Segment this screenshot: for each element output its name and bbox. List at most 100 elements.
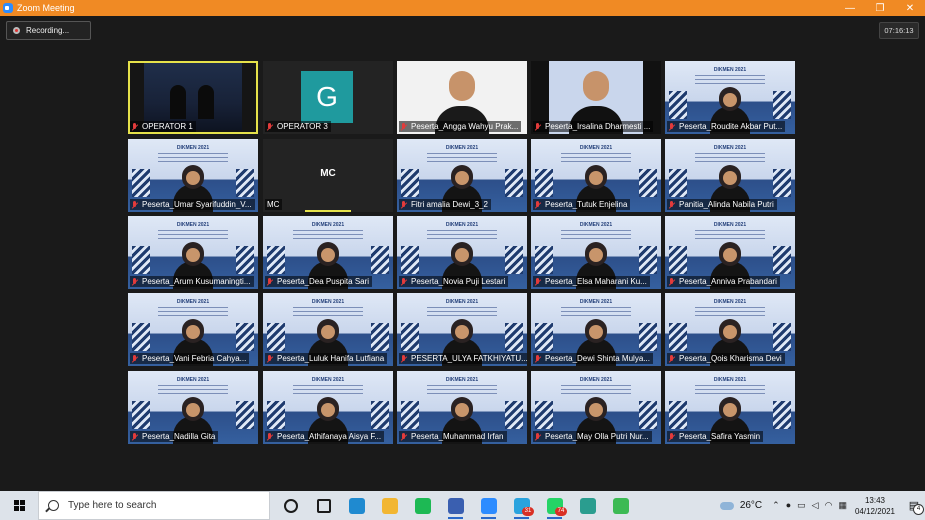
participant-tile[interactable]: MC MC xyxy=(263,139,393,212)
slide-text-line xyxy=(158,238,228,239)
participant-tile[interactable]: DIKMEN 2021 Peserta_Nadilla Gita xyxy=(128,371,258,444)
meeting-stage: Recording... 07:16:13 OPERATOR 1 G OPERATO… xyxy=(0,16,925,491)
maximize-button[interactable]: ❐ xyxy=(865,0,895,16)
participant-name-label: Peserta_Safira Yasmin xyxy=(667,431,764,442)
slide-decoration xyxy=(236,401,254,429)
taskbar-app[interactable] xyxy=(439,491,472,520)
taskbar-app[interactable] xyxy=(406,491,439,520)
muted-mic-icon xyxy=(132,200,138,209)
battery-icon[interactable]: ▭ xyxy=(797,500,806,511)
muted-mic-icon xyxy=(401,432,407,441)
participant-tile[interactable]: DIKMEN 2021 Peserta_Arum Kusumaningti... xyxy=(128,216,258,289)
participant-name: OPERATOR 3 xyxy=(277,122,328,131)
participant-name-label: Peserta_Irsalina Dharmesti ... xyxy=(533,121,654,132)
participant-tile[interactable]: DIKMEN 2021 Peserta_Novia Puji Lestari xyxy=(397,216,527,289)
minimize-button[interactable]: — xyxy=(835,0,865,16)
participant-tile[interactable]: G OPERATOR 3 xyxy=(263,61,393,134)
taskbar-search-box[interactable]: Type here to search xyxy=(38,491,270,520)
participant-face xyxy=(589,171,603,185)
tray-app-icon[interactable]: ● xyxy=(786,500,791,511)
slide-text-line xyxy=(158,393,228,394)
close-button[interactable]: ✕ xyxy=(895,0,925,16)
participant-tile[interactable]: DIKMEN 2021 Peserta_Safira Yasmin xyxy=(665,371,795,444)
participant-tile[interactable]: DIKMEN 2021 Panitia_Alinda Nabila Putri xyxy=(665,139,795,212)
volume-icon[interactable]: ◁ xyxy=(812,500,819,511)
slide-text-line xyxy=(293,393,363,394)
participant-tile[interactable]: DIKMEN 2021 Peserta_Elsa Maharani Ku... xyxy=(531,216,661,289)
slide-text-line xyxy=(695,153,765,154)
slide-text-line xyxy=(293,307,363,308)
recording-indicator[interactable]: Recording... xyxy=(6,21,91,40)
slide-decoration xyxy=(132,401,150,429)
muted-mic-icon xyxy=(669,200,675,209)
participant-name-label: Peserta_Elsa Maharani Ku... xyxy=(533,276,650,287)
participant-tile[interactable]: DIKMEN 2021 Peserta_Tutuk Enjelina xyxy=(531,139,661,212)
participant-face xyxy=(321,403,335,417)
slide-text-line xyxy=(695,157,765,158)
participant-name-label: PESERTA_ULYA FATKHIYATU... xyxy=(399,353,527,364)
participant-tile[interactable]: DIKMEN 2021 Peserta_Luluk Hanifa Lutfiana xyxy=(263,293,393,366)
slide-text-line xyxy=(158,157,228,158)
wifi-icon[interactable]: ◠ xyxy=(825,500,833,511)
slide-text-line xyxy=(427,161,497,162)
taskbar-app[interactable]: 31 xyxy=(505,491,538,520)
taskbar-app[interactable]: 74 xyxy=(538,491,571,520)
muted-mic-icon xyxy=(669,277,675,286)
participant-face xyxy=(321,325,335,339)
taskbar-app[interactable] xyxy=(604,491,637,520)
notification-center-button[interactable]: ▤ 4 xyxy=(903,491,925,520)
participant-name: Peserta_Anniva Prabandari xyxy=(679,277,777,286)
taskbar-app[interactable] xyxy=(373,491,406,520)
slide-text-line xyxy=(158,161,228,162)
slide-caption: DIKMEN 2021 xyxy=(579,377,613,383)
participant-tile[interactable]: DIKMEN 2021 Peserta_May Olla Putri Nur... xyxy=(531,371,661,444)
participant-name: Peserta_Irsalina Dharmesti ... xyxy=(545,122,651,131)
muted-mic-icon xyxy=(401,354,407,363)
participant-tile[interactable]: DIKMEN 2021 Peserta_Roudite Akbar Put... xyxy=(665,61,795,134)
participant-tile[interactable]: Peserta_Angga Wahyu Prak... xyxy=(397,61,527,134)
participant-tile[interactable]: DIKMEN 2021 Peserta_Athifanaya Aisya F... xyxy=(263,371,393,444)
participant-tile[interactable]: DIKMEN 2021 Peserta_Dewi Shinta Mulya... xyxy=(531,293,661,366)
participant-tile[interactable]: DIKMEN 2021 Peserta_Qois Kharisma Devi xyxy=(665,293,795,366)
slide-decoration xyxy=(401,401,419,429)
taskbar-app[interactable] xyxy=(472,491,505,520)
slide-text-line xyxy=(427,315,497,316)
taskbar-app[interactable] xyxy=(571,491,604,520)
slide-text-line xyxy=(561,311,631,312)
slide-text-line xyxy=(561,230,631,231)
participant-tile[interactable]: DIKMEN 2021 Peserta_Umar Syarifuddin_V... xyxy=(128,139,258,212)
participant-tile[interactable]: DIKMEN 2021 Fitri amalia Dewi_3_2 xyxy=(397,139,527,212)
taskbar-app[interactable] xyxy=(307,491,340,520)
participant-tile[interactable]: DIKMEN 2021 PESERTA_ULYA FATKHIYATU... xyxy=(397,293,527,366)
slide-decoration xyxy=(639,401,657,429)
participant-face xyxy=(723,248,737,262)
participant-tile[interactable]: DIKMEN 2021 Peserta_Anniva Prabandari xyxy=(665,216,795,289)
start-button[interactable] xyxy=(0,491,38,520)
slide-decoration xyxy=(639,323,657,351)
keyboard-icon[interactable]: ▦ xyxy=(838,500,847,511)
taskbar-app[interactable] xyxy=(274,491,307,520)
slide-text-line xyxy=(561,238,631,239)
taskbar-clock[interactable]: 13:43 04/12/2021 xyxy=(855,495,895,517)
chevron-up-icon[interactable]: ⌃ xyxy=(772,500,780,511)
participant-tile[interactable]: Peserta_Irsalina Dharmesti ... xyxy=(531,61,661,134)
participant-tile[interactable]: DIKMEN 2021 Peserta_Muhammad Irfan xyxy=(397,371,527,444)
participant-tile[interactable]: OPERATOR 1 xyxy=(128,61,258,134)
slide-caption: DIKMEN 2021 xyxy=(176,377,210,383)
participant-name-label: Peserta_Athifanaya Aisya F... xyxy=(265,431,385,442)
slide-caption: DIKMEN 2021 xyxy=(445,299,479,305)
participant-name: OPERATOR 1 xyxy=(142,122,193,131)
taskbar-app[interactable] xyxy=(340,491,373,520)
participant-name-label: Peserta_Luluk Hanifa Lutfiana xyxy=(265,353,388,364)
weather-widget[interactable]: 26°C xyxy=(719,500,762,511)
slide-decoration xyxy=(535,169,553,197)
title-bar: Zoom Meeting — ❐ ✕ xyxy=(0,0,925,16)
participant-tile[interactable]: DIKMEN 2021 Peserta_Vani Febria Cahya... xyxy=(128,293,258,366)
slide-decoration xyxy=(505,323,523,351)
slide-caption: DIKMEN 2021 xyxy=(579,145,613,151)
participant-face xyxy=(186,248,200,262)
participant-name: Peserta_Qois Kharisma Devi xyxy=(679,354,782,363)
presentation-icon xyxy=(447,497,464,514)
pinned-apps: 31 74 xyxy=(274,491,637,520)
participant-tile[interactable]: DIKMEN 2021 Peserta_Dea Puspita Sari xyxy=(263,216,393,289)
